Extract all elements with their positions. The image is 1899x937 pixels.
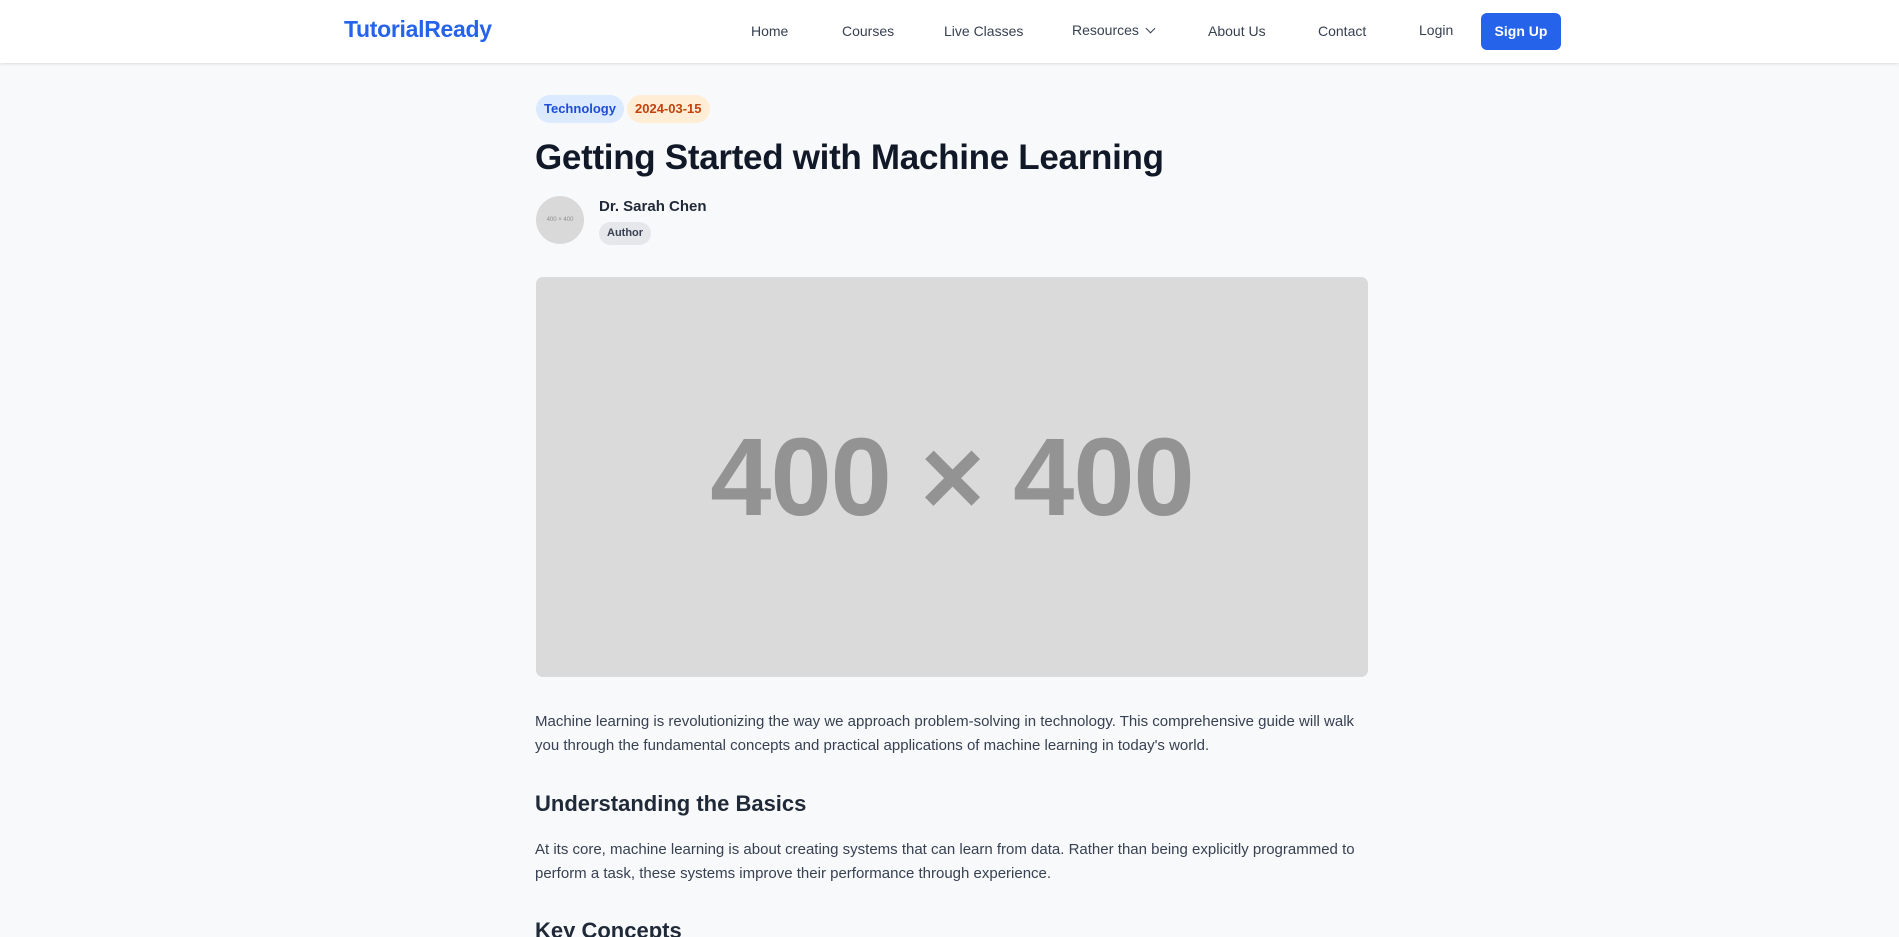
site-logo[interactable]: TutorialReady xyxy=(344,16,492,43)
login-link[interactable]: Login xyxy=(1419,22,1453,38)
chevron-down-icon xyxy=(1145,23,1156,34)
basics-paragraph: At its core, machine learning is about c… xyxy=(535,841,1355,882)
section-heading-basics: Understanding the Basics xyxy=(535,791,807,816)
date-badge: 2024-03-15 xyxy=(627,95,710,123)
hero-placeholder-text: 400 × 400 xyxy=(710,415,1194,539)
intro-paragraph: Machine learning is revolutionizing the … xyxy=(535,713,1355,754)
nav-resources-label: Resources xyxy=(1072,22,1139,38)
article-title: Getting Started with Machine Learning xyxy=(535,138,1164,177)
nav-contact[interactable]: Contact xyxy=(1318,23,1366,39)
nav-live-classes[interactable]: Live Classes xyxy=(944,23,1023,39)
author-avatar: 400 × 400 xyxy=(536,196,584,244)
section-heading-key-concepts: Key Concepts xyxy=(535,918,682,937)
nav-courses[interactable]: Courses xyxy=(842,23,894,39)
category-badge[interactable]: Technology xyxy=(536,95,624,123)
nav-home[interactable]: Home xyxy=(751,23,788,39)
author-name[interactable]: Dr. Sarah Chen xyxy=(599,198,707,215)
signup-button[interactable]: Sign Up xyxy=(1481,13,1561,50)
hero-image: 400 × 400 xyxy=(536,277,1368,677)
top-navbar: TutorialReady Home Courses Live Classes … xyxy=(0,0,1899,63)
avatar-placeholder-text: 400 × 400 xyxy=(546,217,574,223)
nav-about-us[interactable]: About Us xyxy=(1208,23,1266,39)
nav-resources-dropdown[interactable]: Resources xyxy=(1072,22,1156,38)
author-role-badge: Author xyxy=(599,222,652,245)
